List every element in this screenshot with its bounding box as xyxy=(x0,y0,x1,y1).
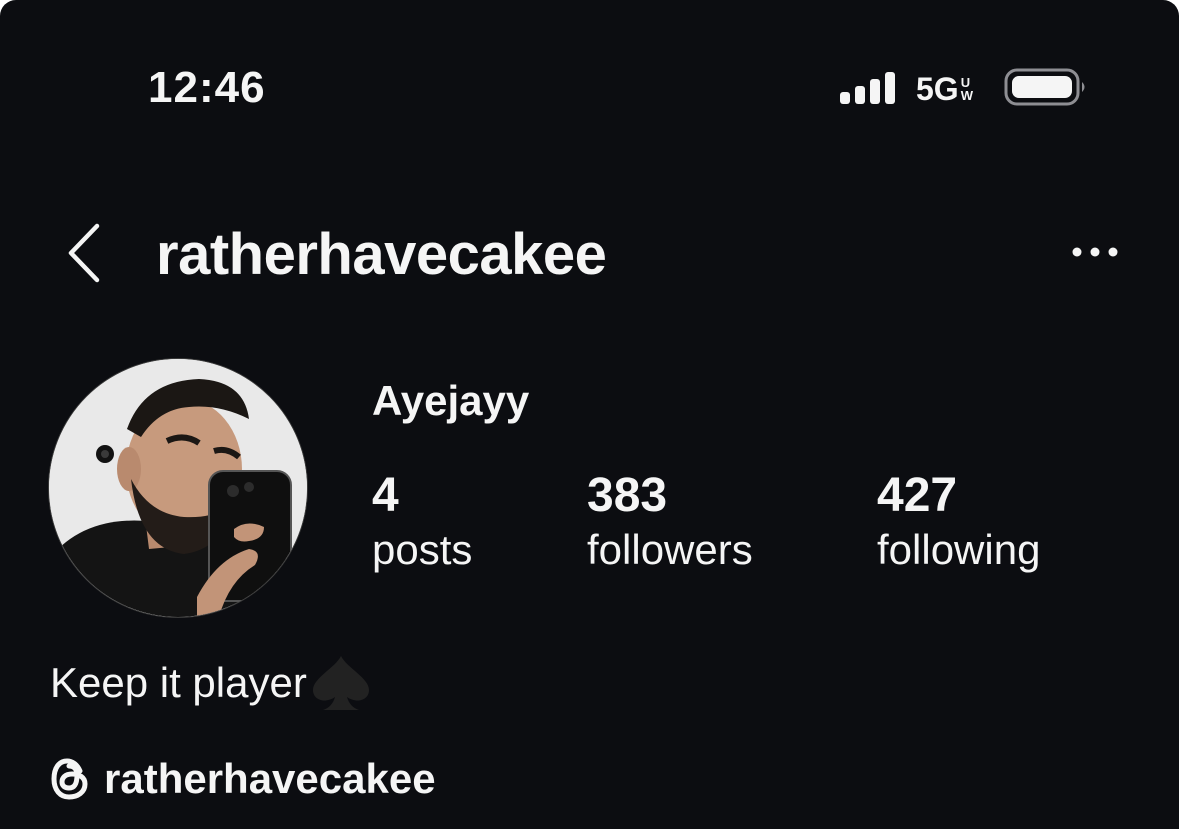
stat-posts[interactable]: 4 posts xyxy=(372,468,472,576)
threads-link[interactable]: ratherhavecakee xyxy=(50,752,436,806)
battery-icon xyxy=(1004,68,1085,106)
stat-value: 427 xyxy=(877,469,958,522)
threads-icon xyxy=(51,758,88,800)
avatar[interactable] xyxy=(48,358,308,618)
bio-text: Keep it player xyxy=(50,659,307,706)
back-chevron-icon[interactable] xyxy=(64,222,104,284)
network-indicator: 5G U W xyxy=(916,70,973,108)
stat-value: 4 xyxy=(372,469,399,522)
profile-username: ratherhavecakee xyxy=(156,222,607,287)
stat-value: 383 xyxy=(587,469,668,522)
network-superscript: U W xyxy=(960,75,973,103)
network-label: 5G xyxy=(916,71,959,107)
profile-photo xyxy=(49,359,307,617)
stat-following[interactable]: 427 following xyxy=(877,468,1040,576)
profile-screen: 12:46 5G U W ratherhavecakee Ayejayy 4 p… xyxy=(0,0,1179,829)
stat-followers[interactable]: 383 followers xyxy=(587,468,753,576)
stat-label: followers xyxy=(587,526,753,573)
stat-label: posts xyxy=(372,526,473,573)
more-options-icon[interactable] xyxy=(1070,240,1120,264)
display-name: Ayejayy xyxy=(372,377,530,424)
bio: Keep it player xyxy=(50,654,373,712)
signal-icon xyxy=(840,72,895,104)
stat-label: following xyxy=(877,526,1041,573)
threads-handle: ratherhavecakee xyxy=(104,755,436,802)
spade-emoji xyxy=(312,656,369,710)
status-time: 12:46 xyxy=(148,63,266,112)
